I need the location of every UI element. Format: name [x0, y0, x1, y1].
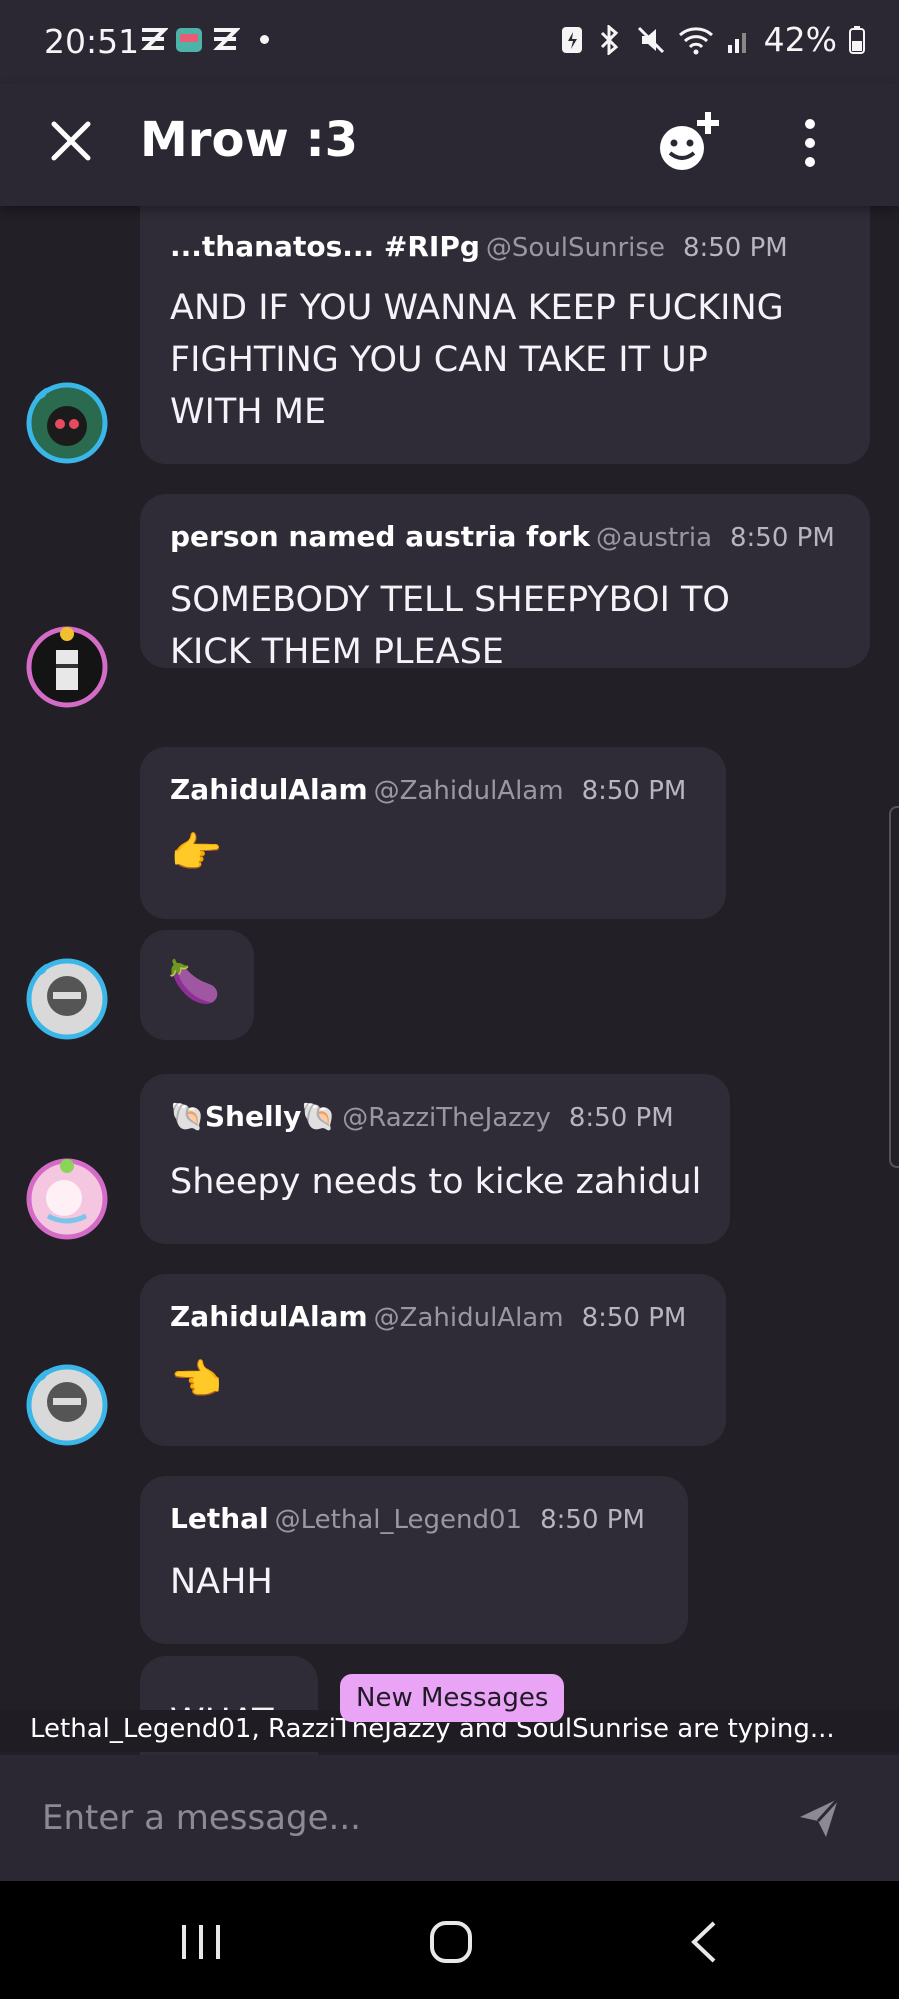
message-text: Sheepy needs to kicke zahidul [170, 1162, 702, 1202]
more-notifications-dot [260, 34, 269, 44]
message-time: 8:50 PM [540, 1505, 645, 1535]
message-emoji: 👉 [170, 828, 223, 877]
mute-icon [637, 26, 664, 53]
message-line: AND IF YOU WANNA KEEP FUCKING [170, 288, 784, 328]
back-icon[interactable] [680, 1917, 730, 1967]
system-icons: 42% [560, 20, 865, 59]
signal-icon [727, 32, 746, 53]
close-icon[interactable] [46, 116, 96, 166]
author-name[interactable]: Lethal [170, 1502, 269, 1535]
avatar[interactable] [26, 382, 108, 464]
message-emoji: 👈 [170, 1355, 223, 1404]
message-time: 8:50 PM [568, 1103, 674, 1133]
author-handle: @RazziTheJazzy [342, 1103, 551, 1133]
app-notification-icon [213, 28, 240, 50]
channel-title: Mrow :3 [140, 112, 359, 168]
bluetooth-icon [600, 24, 618, 55]
author-name[interactable]: ...thanatos... #RIPg [170, 230, 480, 263]
message-feed[interactable]: ...thanatos... #RIPg @SoulSunrise 8:50 PM … [0, 206, 899, 1756]
avatar-notification-icon [176, 28, 202, 52]
message-bubble[interactable]: ZahidulAlam @ZahidulAlam 8:50 PM 👉 [140, 747, 726, 919]
message-emoji: 🍆 [168, 957, 221, 1006]
message-input[interactable] [40, 1785, 764, 1851]
author-name[interactable]: person named austria fork [170, 520, 590, 553]
message-text: SOMEBODY TELL SHEEPYBOI TO KICK THEM PLE… [170, 574, 730, 678]
message-line: KICK THEM PLEASE [170, 632, 504, 672]
battery-saver-icon [561, 26, 582, 53]
battery-icon [849, 25, 865, 54]
notification-icons [138, 24, 269, 54]
wifi-icon [678, 26, 713, 54]
message-time: 8:50 PM [581, 1303, 687, 1333]
author-handle: @austria [596, 523, 712, 553]
message-text: AND IF YOU WANNA KEEP FUCKING FIGHTING Y… [170, 282, 784, 438]
message-time: 8:50 PM [682, 233, 788, 263]
message-text: NAHH [170, 1562, 273, 1602]
new-messages-button[interactable]: New Messages [340, 1674, 565, 1722]
message-bubble[interactable]: ZahidulAlam @ZahidulAlam 8:50 PM 👈 [140, 1274, 726, 1446]
home-icon[interactable] [426, 1917, 476, 1967]
message-line: FIGHTING YOU CAN TAKE IT UP [170, 340, 708, 380]
author-name[interactable]: ZahidulAlam [170, 773, 368, 806]
recents-icon[interactable] [176, 1917, 226, 1967]
more-vert-icon[interactable] [790, 116, 830, 170]
status-bar: 20:51 42% [0, 0, 899, 84]
status-time: 20:51 [44, 22, 140, 61]
message-bubble[interactable]: person named austria fork @austria 8:50 PM… [140, 494, 870, 672]
author-handle: @ZahidulAlam [373, 776, 564, 806]
system-nav-bar [0, 1881, 899, 1999]
avatar[interactable] [26, 626, 108, 708]
add-emoji-icon[interactable] [654, 110, 724, 176]
author-handle: @Lethal_Legend01 [274, 1505, 523, 1535]
avatar[interactable] [26, 1364, 108, 1446]
app-notification-icon [141, 28, 168, 50]
scrollbar[interactable] [889, 806, 899, 1168]
message-bubble[interactable]: 🐚Shelly🐚 @RazziTheJazzy 8:50 PM Sheepy nee… [140, 1074, 730, 1244]
message-line: SOMEBODY TELL SHEEPYBOI TO [170, 580, 730, 620]
message-bubble[interactable]: 🍆 [140, 930, 254, 1040]
author-handle: @ZahidulAlam [373, 1303, 564, 1333]
message-time: 8:50 PM [730, 523, 835, 553]
message-bubble[interactable]: Lethal @Lethal_Legend01 8:50 PM NAHH [140, 1476, 688, 1644]
avatar[interactable] [26, 1158, 108, 1240]
message-composer [0, 1755, 899, 1881]
chat-header: Mrow :3 [0, 84, 899, 206]
send-icon[interactable] [796, 1795, 842, 1841]
author-handle: @SoulSunrise [485, 233, 665, 263]
avatar[interactable] [26, 958, 108, 1040]
message-line: WITH ME [170, 392, 327, 432]
author-name[interactable]: ZahidulAlam [170, 1300, 368, 1333]
message-bubble[interactable]: ...thanatos... #RIPg @SoulSunrise 8:50 PM … [140, 206, 870, 464]
message-time: 8:50 PM [581, 776, 687, 806]
battery-percent: 42% [763, 20, 837, 59]
author-name[interactable]: 🐚Shelly🐚 [170, 1100, 336, 1133]
